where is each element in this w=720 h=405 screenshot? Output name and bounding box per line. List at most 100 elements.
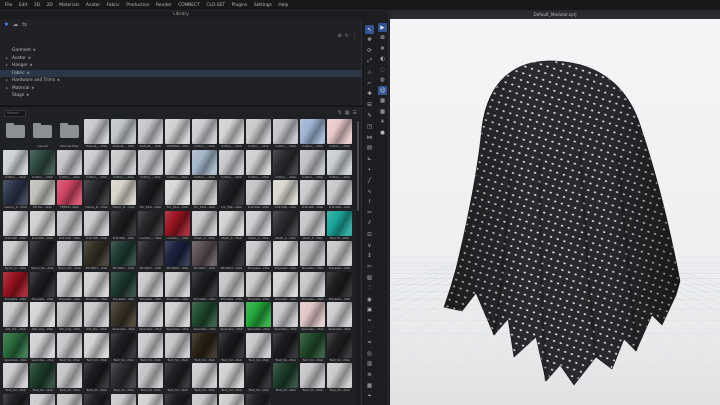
- menu-item-connect[interactable]: CONNECT: [178, 3, 200, 8]
- menu-item-render[interactable]: Render: [156, 3, 172, 8]
- tension-icon[interactable]: ≋: [365, 371, 374, 380]
- fabric-thumbnail[interactable]: Polyeste...zfab: [327, 241, 352, 271]
- fabric-thumbnail[interactable]: Twill_Sil...zfab: [246, 332, 271, 363]
- select-icon[interactable]: ◳: [365, 122, 374, 131]
- fabric-thumbnail[interactable]: Twill_Sil...zfab: [30, 393, 55, 405]
- scale-icon[interactable]: ⤢: [365, 57, 374, 66]
- fabric-thumbnail[interactable]: Twill_Sil...zfab: [111, 393, 136, 405]
- fabric-thumbnail[interactable]: Twill_Sil...zfab: [192, 363, 217, 393]
- fabric-thumbnail[interactable]: Twill_Sil...zfab: [219, 393, 244, 405]
- slice-icon[interactable]: ✂: [365, 209, 374, 218]
- camera-icon[interactable]: ⌖: [365, 392, 374, 401]
- fabric-thumbnail[interactable]: Fabric_D...zfab: [84, 180, 109, 210]
- sort-icon[interactable]: ⇅: [338, 110, 342, 116]
- fabric-thumbnail[interactable]: PE-0607...zfab: [138, 241, 163, 271]
- fabric-thumbnail[interactable]: Cotton_...zfab: [273, 149, 298, 180]
- notch-icon[interactable]: ∨: [365, 241, 374, 250]
- fabric-thumbnail[interactable]: PE-0607...zfab: [192, 241, 217, 271]
- trace-icon[interactable]: ⌇: [365, 198, 374, 207]
- 3d-viewport[interactable]: Default_Modular.zprj: [390, 11, 720, 405]
- panel-splitter[interactable]: [0, 105, 362, 107]
- fabric-thumbnail[interactable]: Twill_Sil...zfab: [165, 332, 190, 363]
- fabric-thumbnail[interactable]: Spandex...zfab: [246, 302, 271, 332]
- transform-icon[interactable]: ⊹: [365, 68, 374, 77]
- texture-view-icon[interactable]: ▩: [378, 107, 387, 116]
- topstitch-icon[interactable]: ┄: [365, 327, 374, 336]
- fabric-thumbnail[interactable]: Fur_Plus...zfab: [165, 180, 190, 210]
- fabric-thumbnail[interactable]: Spandex...zfab: [192, 302, 217, 332]
- fabric-thumbnail[interactable]: Twill_Sil...zfab: [219, 332, 244, 363]
- pin-icon[interactable]: ✱: [30, 62, 33, 70]
- internal-icon[interactable]: ⊡: [365, 230, 374, 239]
- fabric-thumbnail[interactable]: Knit Pati...zfab: [84, 210, 109, 241]
- fabric-thumbnail[interactable]: Mesh_L...zfab: [273, 210, 298, 241]
- library-folder[interactable]: ..: [3, 119, 28, 149]
- fabric-thumbnail[interactable]: Twill_Sil...zfab: [84, 393, 109, 405]
- fabric-thumbnail[interactable]: Fur_Plus...zfab: [138, 180, 163, 210]
- tree-node-avatar[interactable]: ▸ Avatar ✱: [0, 55, 362, 63]
- fabric-thumbnail[interactable]: Cotton_...zfab: [192, 119, 217, 149]
- fabric-thumbnail[interactable]: Twill_Sil...zfab: [138, 363, 163, 393]
- pin-icon[interactable]: ✚: [365, 90, 374, 99]
- fabric-thumbnail[interactable]: Twill_Sil...zfab: [300, 363, 325, 393]
- fabric-thumbnail[interactable]: Polyeste...zfab: [165, 271, 190, 302]
- pin-icon[interactable]: ✱: [57, 77, 60, 85]
- fabric-thumbnail[interactable]: Twill_Sil...zfab: [273, 363, 298, 393]
- split-icon[interactable]: ⫽: [365, 219, 374, 228]
- fabric-thumbnail[interactable]: Nylon_Pe...zfab: [30, 241, 55, 271]
- fabric-thumbnail[interactable]: Spandex...zfab: [219, 302, 244, 332]
- library-search-input[interactable]: Search: [4, 110, 26, 117]
- fabric-thumbnail[interactable]: Cotton_...zfab: [327, 149, 352, 180]
- fabric-thumbnail[interactable]: Knit Pati...zfab: [57, 210, 82, 241]
- menu-item-plugins[interactable]: Plugins: [232, 3, 248, 8]
- fabric-thumbnail[interactable]: Polyeste...zfab: [192, 271, 217, 302]
- star-icon[interactable]: ★: [2, 20, 11, 29]
- fabric-thumbnail[interactable]: Polyeste...zfab: [300, 241, 325, 271]
- pin-icon[interactable]: ✱: [33, 47, 36, 55]
- fabric-thumbnail[interactable]: Polyeste...zfab: [273, 271, 298, 302]
- fabric-thumbnail[interactable]: Cotton_...zfab: [300, 119, 325, 149]
- fabric-thumbnail[interactable]: Polyeste...zfab: [327, 271, 352, 302]
- fabric-thumbnail[interactable]: Polyeste...zfab: [300, 271, 325, 302]
- fabric-thumbnail[interactable]: Twill_Sil...zfab: [273, 332, 298, 363]
- hide-icon[interactable]: ◌: [378, 65, 387, 74]
- fabric-thumbnail[interactable]: Denim_2...zfab: [3, 180, 28, 210]
- fabric-thumbnail[interactable]: G6/8812...zfab: [165, 119, 190, 149]
- fabric-thumbnail[interactable]: Spandex...zfab: [273, 302, 298, 332]
- graphic-icon[interactable]: ▣: [365, 306, 374, 315]
- fabric-thumbnail[interactable]: Fabric_D...zfab: [111, 180, 136, 210]
- menu-item-file[interactable]: File: [5, 3, 12, 8]
- cursor-icon[interactable]: ↖: [365, 25, 374, 34]
- scrollbar-thumb[interactable]: [357, 121, 359, 211]
- fabric-thumbnail[interactable]: Polyeste...zfab: [57, 271, 82, 302]
- line-icon[interactable]: ╱: [365, 176, 374, 185]
- add-folder-icon[interactable]: ⊕: [338, 33, 342, 39]
- fabric-thumbnail[interactable]: Cotton_...zfab: [84, 149, 109, 180]
- fabric-thumbnail[interactable]: Polyeste...zfab: [138, 271, 163, 302]
- fabric-thumbnail[interactable]: Twill_Sil...zfab: [192, 332, 217, 363]
- fabric-thumbnail[interactable]: Default_...zfab: [111, 119, 136, 149]
- fabric-thumbnail[interactable]: Fur_Plus...zfab: [192, 180, 217, 210]
- fabric-thumbnail[interactable]: FEE19...zfab: [57, 180, 82, 210]
- fabric-thumbnail[interactable]: Twill_Sil...zfab: [327, 363, 352, 393]
- fabric-thumbnail[interactable]: Silk_Pla...zfab: [3, 302, 28, 332]
- sew-icon[interactable]: ⋈: [365, 133, 374, 142]
- fabric-thumbnail[interactable]: PE-0609...zfab: [165, 241, 190, 271]
- fabric-thumbnail[interactable]: Mesh_L...zfab: [192, 210, 217, 241]
- fabric-thumbnail[interactable]: Silk_Org...zfab: [30, 302, 55, 332]
- grain-icon[interactable]: ↕: [365, 252, 374, 261]
- fabric-thumbnail[interactable]: Polyeste...zfab: [246, 271, 271, 302]
- fabric-thumbnail[interactable]: Twill_Sil...zfab: [57, 393, 82, 405]
- pin-icon[interactable]: ✱: [28, 55, 31, 63]
- fabric-thumbnail[interactable]: Cotton_...zfab: [273, 119, 298, 149]
- fabric-thumbnail[interactable]: Knit Pati...zfab: [111, 210, 136, 241]
- freeze-icon[interactable]: ❄: [378, 44, 387, 53]
- fabric-thumbnail[interactable]: Cotton_...zfab: [246, 119, 271, 149]
- expand-arrow-icon[interactable]: ▸: [6, 62, 10, 70]
- wireframe-icon[interactable]: ▦: [378, 97, 387, 106]
- fabric-thumbnail[interactable]: Fur_Fab...zfab: [219, 180, 244, 210]
- fabric-thumbnail[interactable]: Cotton_...zfab: [111, 149, 136, 180]
- fabric-thumbnail[interactable]: Leather_...zfab: [138, 210, 163, 241]
- piping-icon[interactable]: ◎: [365, 349, 374, 358]
- fabric-thumbnail[interactable]: PE-0607...zfab: [219, 241, 244, 271]
